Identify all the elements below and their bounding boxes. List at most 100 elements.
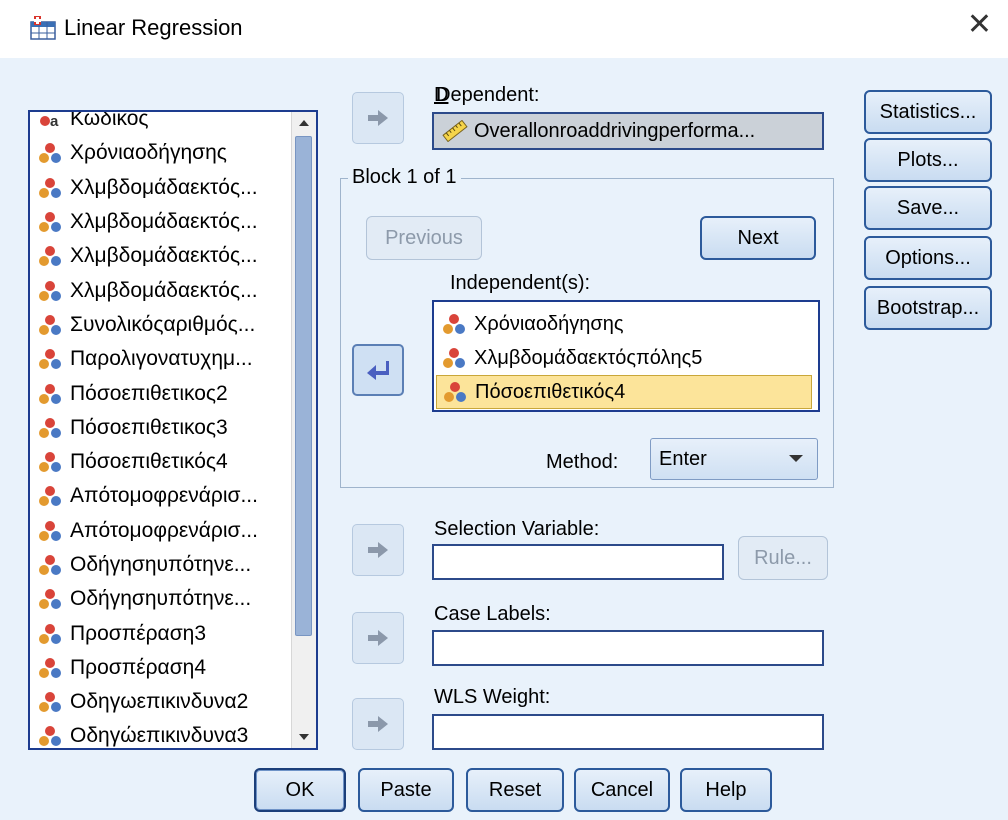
variable-list-item[interactable]: Χρόνιαοδήγησης: [30, 136, 290, 170]
variable-list-item[interactable]: Οδηγώεπικινδυνα3: [30, 719, 290, 748]
previous-button[interactable]: Previous: [366, 216, 482, 260]
variable-list-item[interactable]: Παρολιγονατυχημ...: [30, 342, 290, 376]
case-labels-move-button[interactable]: [352, 612, 404, 664]
statistics-button[interactable]: Statistics...: [864, 90, 992, 134]
variable-list-item[interactable]: Χλμβδομάδαεκτός...: [30, 171, 290, 205]
move-arrow-icon: [368, 110, 388, 126]
variable-name: Χλμβδομάδαεκτός...: [70, 244, 258, 268]
nominal-variable-icon: [39, 212, 61, 233]
variable-list-item[interactable]: Οδηγωεπικινδυνα2: [30, 685, 290, 719]
selection-move-button[interactable]: [352, 524, 404, 576]
nominal-variable-icon: [39, 246, 61, 267]
bootstrap-button[interactable]: Bootstrap...: [864, 286, 992, 330]
variable-list[interactable]: a Κωδικός Χρόνιαοδήγησης Χλμβδομάδαεκτός...…: [28, 110, 318, 750]
nominal-variable-icon: [39, 177, 61, 198]
variable-list-item[interactable]: Απότομοφρενάρισ...: [30, 514, 290, 548]
variable-list-item[interactable]: Οδήγησηυπότηνε...: [30, 548, 290, 582]
wls-weight-label: WLS Weight:: [434, 686, 551, 708]
variable-name: Χλμβδομάδαεκτός...: [70, 175, 258, 199]
method-select[interactable]: Enter: [650, 438, 818, 480]
nominal-variable-icon: [39, 280, 61, 301]
independent-item[interactable]: Πόσοεπιθετικός4: [436, 375, 812, 409]
scrollbar-thumb[interactable]: [295, 136, 312, 636]
variable-name: Παρολιγονατυχημ...: [70, 347, 253, 371]
nominal-variable-icon: [39, 383, 61, 404]
variable-list-item[interactable]: a Κωδικός: [30, 110, 290, 136]
independents-items: Χρόνιαοδήγησης Χλμβδομάδαεκτόςπόλης5 Πόσοε…: [434, 302, 818, 409]
independent-item[interactable]: Χρόνιαοδήγησης: [434, 307, 818, 341]
nominal-variable-icon: [39, 589, 61, 610]
variable-list-item[interactable]: Χλμβδομάδαεκτός...: [30, 205, 290, 239]
nominal-variable-icon: [39, 657, 61, 678]
variable-list-item[interactable]: Πόσοεπιθετικός4: [30, 445, 290, 479]
save-button[interactable]: Save...: [864, 186, 992, 230]
variable-name: Χλμβδομάδαεκτός...: [70, 210, 258, 234]
nominal-variable-icon: [443, 348, 465, 368]
independents-label: Independent(s):: [450, 272, 591, 294]
plots-button[interactable]: Plots...: [864, 138, 992, 182]
scroll-up-icon[interactable]: [293, 113, 315, 133]
variable-list-item[interactable]: Απότομοφρενάρισ...: [30, 479, 290, 513]
selection-variable-field[interactable]: [432, 544, 724, 580]
independent-move-button[interactable]: [352, 344, 404, 396]
variable-list-item[interactable]: Πόσοεπιθετικος2: [30, 376, 290, 410]
nominal-variable-icon: [39, 623, 61, 644]
variable-name: Οδηγώεπικινδυνα3: [70, 724, 249, 748]
nominal-variable-icon: [443, 314, 465, 334]
move-arrow-icon: [367, 361, 389, 380]
rule-button[interactable]: Rule...: [738, 536, 828, 580]
options-button[interactable]: Options...: [864, 236, 992, 280]
variable-name: Προσπέραση4: [70, 655, 207, 679]
variable-name: Πόσοεπιθετικος3: [70, 415, 228, 439]
window-title: Linear Regression: [64, 15, 243, 40]
nominal-variable-icon: [39, 452, 61, 473]
wls-weight-field[interactable]: [432, 714, 824, 750]
variable-name: Χλμβδομάδαεκτός...: [70, 278, 258, 302]
cancel-button[interactable]: Cancel: [574, 768, 670, 812]
variable-list-item[interactable]: Πόσοεπιθετικος3: [30, 411, 290, 445]
method-label: Method:: [546, 451, 619, 473]
independents-list[interactable]: Χρόνιαοδήγησης Χλμβδομάδαεκτόςπόλης5 Πόσοε…: [432, 300, 820, 412]
variable-name: Απότομοφρενάρισ...: [70, 484, 258, 508]
selection-variable-label: Selection Variable:: [434, 518, 600, 540]
dependent-move-button[interactable]: [352, 92, 404, 144]
paste-button[interactable]: Paste: [358, 768, 454, 812]
variable-list-item[interactable]: Χλμβδομάδαεκτός...: [30, 273, 290, 307]
scroll-down-icon[interactable]: [293, 727, 315, 747]
nominal-variable-icon: [39, 486, 61, 507]
dependent-field[interactable]: Overallonroaddrivingperforma...: [432, 112, 824, 150]
independent-item[interactable]: Χλμβδομάδαεκτόςπόλης5: [434, 341, 818, 375]
variable-list-item[interactable]: Προσπέραση3: [30, 616, 290, 650]
ok-button[interactable]: OK: [254, 768, 346, 812]
next-button[interactable]: Next: [700, 216, 816, 260]
chevron-down-icon: [789, 455, 803, 462]
variable-list-item[interactable]: Προσπέραση4: [30, 651, 290, 685]
variable-name: Οδήγησηυπότηνε...: [70, 553, 252, 576]
case-labels-label: Case Labels:: [434, 603, 551, 625]
nominal-variable-icon: [39, 349, 61, 370]
variable-name: Κωδικός: [70, 110, 149, 131]
variable-name: Προσπέραση3: [70, 621, 207, 645]
close-icon[interactable]: ✕: [967, 10, 992, 40]
independent-name: Πόσοεπιθετικός4: [475, 380, 626, 403]
variable-list-item[interactable]: Συνολικόςαριθμός...: [30, 308, 290, 342]
vertical-scrollbar[interactable]: [291, 112, 316, 748]
variable-list-item[interactable]: Οδήγησηυπότηνε...: [30, 582, 290, 616]
case-labels-field[interactable]: [432, 630, 824, 666]
wls-move-button[interactable]: [352, 698, 404, 750]
variable-name: Οδηγωεπικινδυνα2: [70, 690, 249, 714]
move-arrow-icon: [368, 716, 388, 732]
nominal-variable-icon: [444, 382, 466, 402]
scale-ruler-icon: [442, 120, 468, 142]
independent-name: Χρόνιαοδήγησης: [474, 312, 624, 335]
reset-button[interactable]: Reset: [466, 768, 564, 812]
variable-list-item[interactable]: Χλμβδομάδαεκτός...: [30, 239, 290, 273]
variable-list-items: a Κωδικός Χρόνιαοδήγησης Χλμβδομάδαεκτός...…: [30, 110, 290, 748]
dependent-label: DDependent:: [434, 84, 540, 106]
nominal-variable-icon: [39, 555, 61, 575]
variable-name: Οδήγησηυπότηνε...: [70, 587, 252, 611]
help-button[interactable]: Help: [680, 768, 772, 812]
variable-name: Συνολικόςαριθμός...: [70, 312, 256, 336]
block-title: Block 1 of 1: [348, 166, 461, 189]
nominal-variable-icon: [39, 726, 61, 747]
